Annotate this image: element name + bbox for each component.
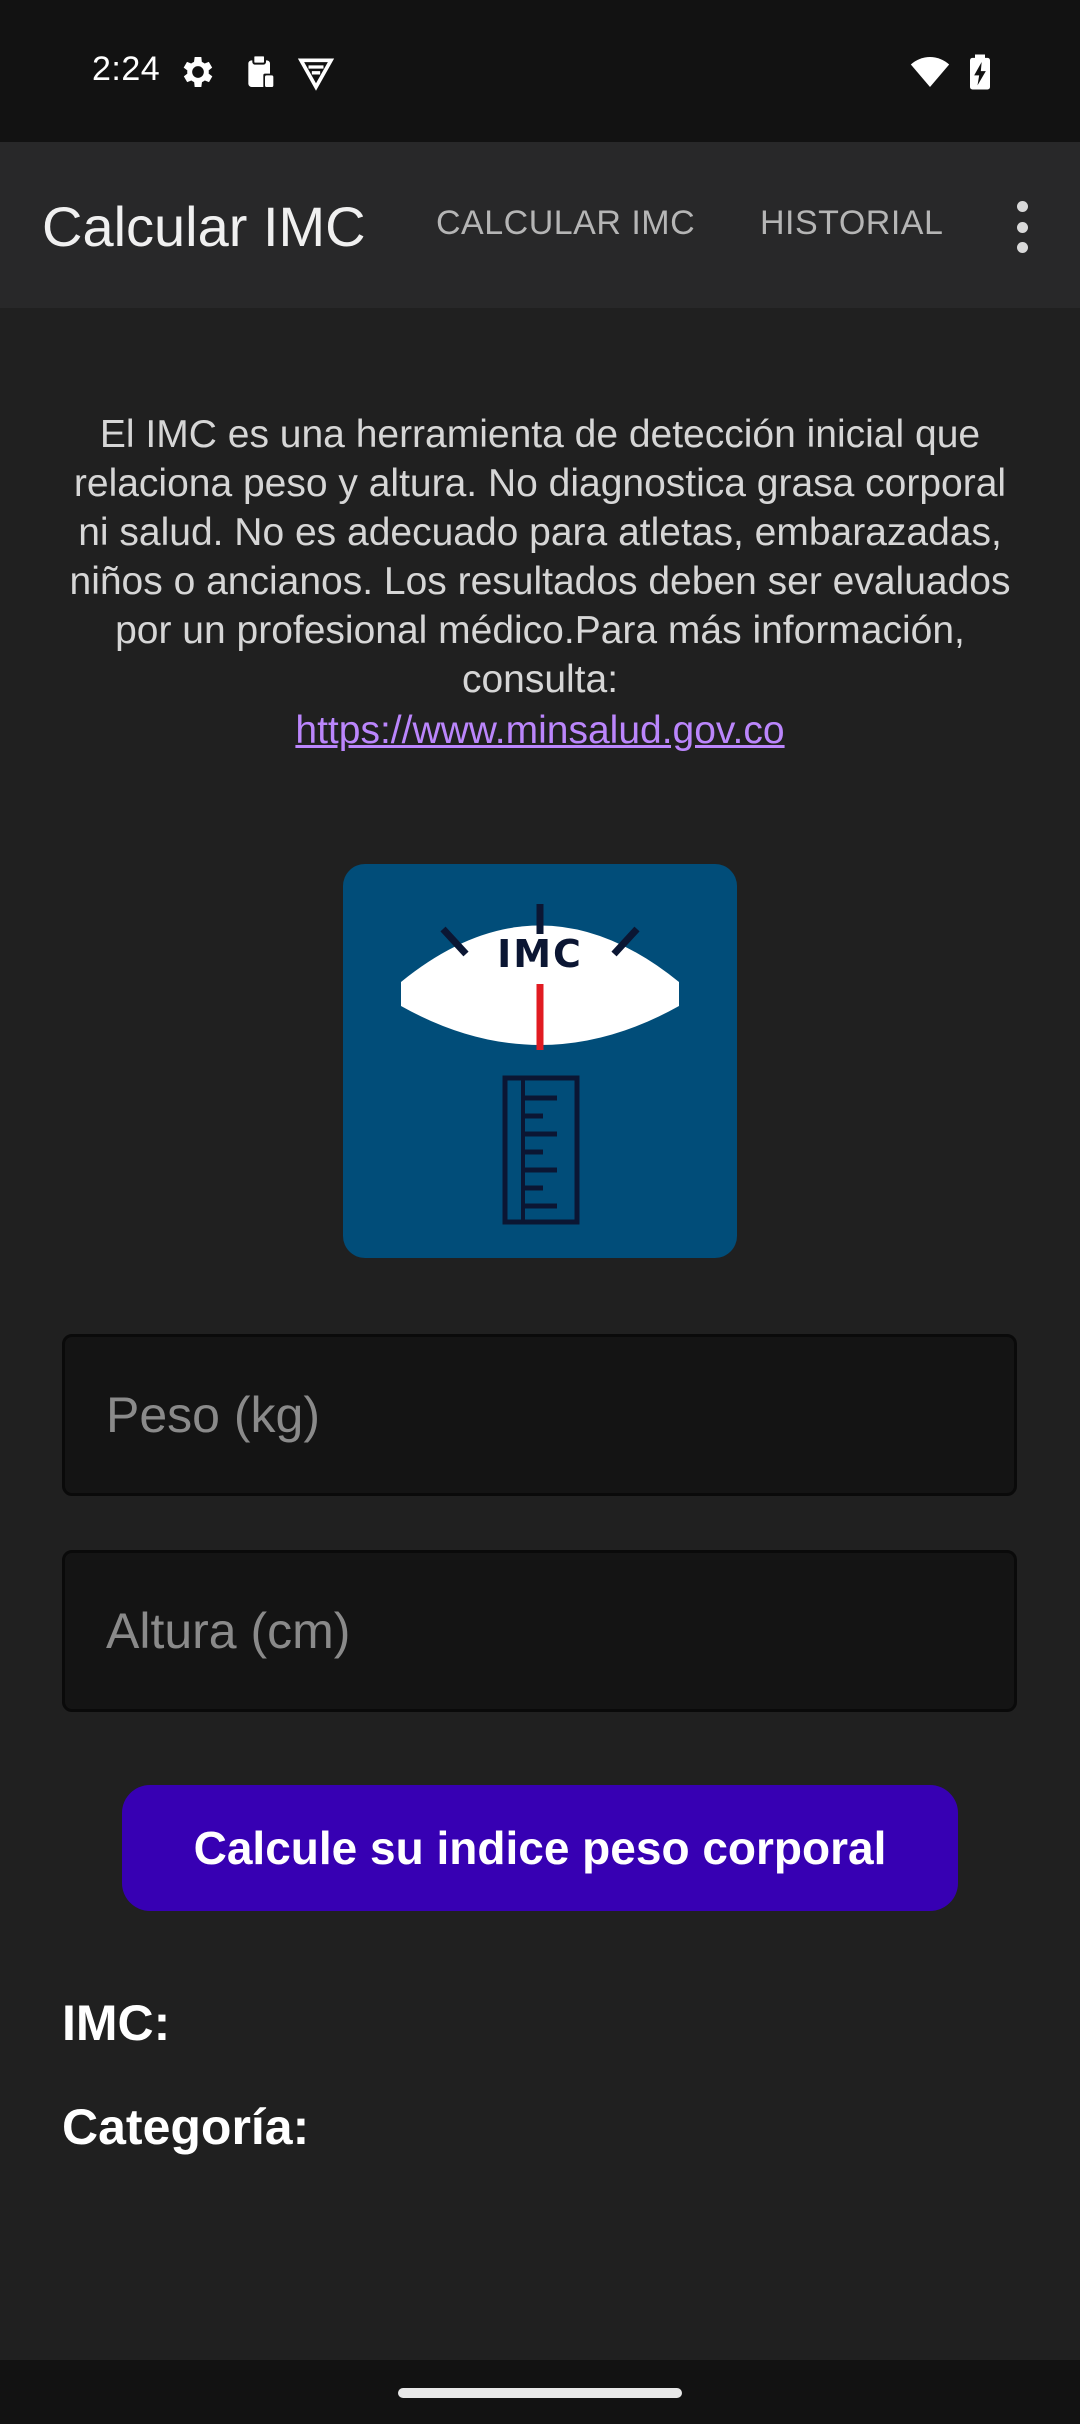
home-gesture-handle[interactable]: [398, 2388, 682, 2398]
gear-icon: [183, 57, 213, 87]
status-time: 2:24: [92, 50, 161, 88]
calculate-button[interactable]: Calcule su indice peso corporal: [122, 1785, 958, 1911]
system-nav-bar: [0, 2360, 1080, 2424]
scale-ruler-icon: [401, 904, 679, 1225]
weight-input[interactable]: [65, 1337, 1014, 1493]
logo-label: IMC: [497, 932, 583, 976]
more-vert-icon[interactable]: [1000, 197, 1044, 257]
weight-field: [62, 1334, 1017, 1496]
app-bar: Calcular IMC CALCULAR IMC HISTORIAL: [0, 142, 1080, 308]
app-title: Calcular IMC: [42, 195, 366, 258]
imc-result-label: IMC:: [62, 1995, 171, 2051]
minsalud-link[interactable]: https://www.minsalud.gov.co: [295, 709, 784, 752]
height-input[interactable]: [65, 1553, 1014, 1709]
vpn-shield-icon: [297, 58, 335, 91]
clipboard-icon: [248, 54, 275, 89]
status-bar: 2:24: [0, 0, 1080, 142]
category-result-label: Categoría:: [62, 2099, 310, 2155]
tab-historial[interactable]: HISTORIAL: [760, 204, 943, 243]
height-field: [62, 1550, 1017, 1712]
minsalud-link-container: https://www.minsalud.gov.co: [60, 706, 1020, 755]
tab-calcular-imc[interactable]: CALCULAR IMC: [436, 204, 695, 243]
battery-charging-icon: [970, 54, 990, 90]
wifi-icon: [910, 57, 950, 87]
imc-scale-logo: IMC: [343, 864, 737, 1258]
bmi-disclaimer-text: El IMC es una herramienta de detección i…: [69, 413, 1011, 701]
